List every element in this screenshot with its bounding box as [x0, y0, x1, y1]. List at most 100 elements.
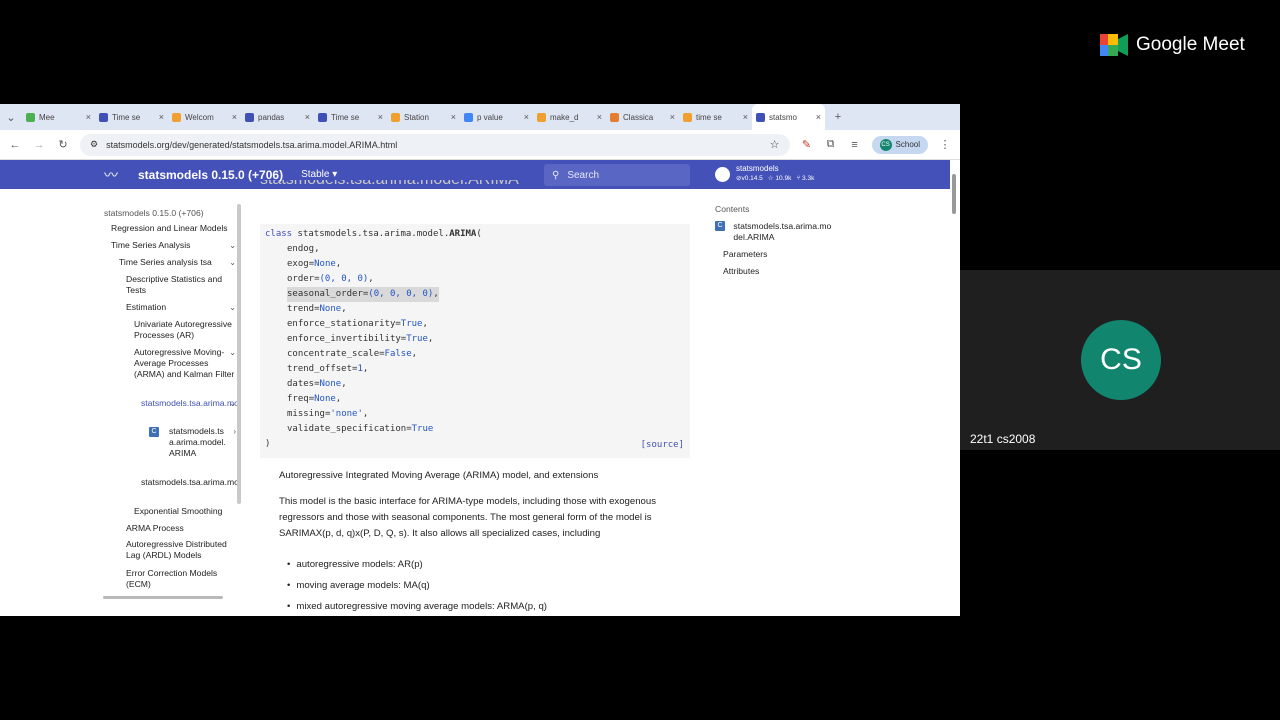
- browser-tab[interactable]: p value ×: [460, 104, 533, 130]
- toc-item-arima[interactable]: C statsmodels.tsa.arima.model.ARIMA: [715, 221, 835, 243]
- param-comma: ,: [411, 349, 418, 359]
- meet-camera-icon: [1100, 34, 1128, 56]
- chevron-right-icon[interactable]: ›: [233, 426, 236, 437]
- list-item: moving average models: MA(q): [287, 580, 429, 591]
- reload-icon[interactable]: ↻: [56, 138, 70, 151]
- sidebar-item[interactable]: Univariate Autoregressive Processes (AR): [134, 319, 236, 341]
- chevron-down-icon[interactable]: ⌄: [229, 240, 236, 251]
- pen-extension-icon[interactable]: ✎: [800, 138, 814, 151]
- sidebar-item-label: Autoregressive Distributed Lag (ARDL) Mo…: [126, 539, 227, 560]
- module-path: statsmodels.tsa.arima.model.: [297, 229, 450, 239]
- class-c-icon: C: [715, 221, 725, 231]
- sidebar-item[interactable]: Descriptive Statistics and Tests: [126, 274, 236, 296]
- param-default: None: [319, 304, 342, 314]
- tab-favicon-icon: [26, 112, 35, 122]
- signature-param: dates=None,: [287, 377, 347, 392]
- repo-stars-value: 10.9k: [775, 175, 792, 182]
- profile-button[interactable]: CS School: [871, 135, 928, 154]
- tab-close-icon[interactable]: ×: [232, 112, 237, 122]
- source-link[interactable]: [source]: [641, 440, 684, 450]
- new-tab-icon[interactable]: +: [831, 111, 845, 123]
- tab-label: Classica: [623, 112, 654, 122]
- tab-close-icon[interactable]: ×: [305, 112, 310, 122]
- media-control-icon[interactable]: ≡: [848, 139, 862, 151]
- forward-icon[interactable]: →: [32, 139, 46, 151]
- extensions-icon[interactable]: ⧉: [824, 138, 838, 151]
- sidebar-item-label: statsmodels.tsa.arima.model.ARIMA: [141, 398, 240, 408]
- tab-close-icon[interactable]: ×: [451, 112, 456, 122]
- sidebar-item-label: Regression and Linear Models: [111, 223, 228, 233]
- sidebar-item[interactable]: Error Correction Models (ECM): [126, 568, 236, 590]
- sidebar-item[interactable]: Autoregressive Moving-Average Processes …: [134, 347, 236, 380]
- browser-tab[interactable]: time se ×: [679, 104, 752, 130]
- class-c-icon: C: [149, 427, 159, 437]
- chevron-down-icon[interactable]: ⌄: [229, 257, 236, 268]
- param-text: freq=None: [287, 394, 336, 404]
- toc-item-attributes[interactable]: Attributes: [723, 266, 759, 276]
- url-input[interactable]: ⚙ statsmodels.org/dev/generated/statsmod…: [80, 133, 790, 156]
- chevron-down-icon[interactable]: ⌄: [229, 302, 236, 313]
- chevron-down-icon[interactable]: ⌄: [229, 398, 236, 409]
- search-input[interactable]: ⚲ Search: [544, 164, 690, 186]
- param-name: dates: [287, 379, 315, 389]
- sidebar-item[interactable]: Time Series analysis tsa ⌄: [119, 257, 236, 268]
- statsmodels-logo-icon[interactable]: 〰: [104, 165, 118, 185]
- browser-tab[interactable]: make_d ×: [533, 104, 606, 130]
- sidebar-scrollbar[interactable]: [237, 204, 241, 504]
- sidebar-item[interactable]: Estimation ⌄: [126, 302, 236, 313]
- param-comma: ,: [314, 244, 320, 254]
- sidebar-item[interactable]: statsmodels.tsa.arima.model.ARIMA⌄: [141, 398, 240, 409]
- param-comma: ,: [427, 334, 434, 344]
- google-meet-logo: Google Meet: [1100, 34, 1245, 56]
- tab-label: Mee: [39, 112, 55, 122]
- browser-tab[interactable]: Station ×: [387, 104, 460, 130]
- browser-tab[interactable]: Classica ×: [606, 104, 679, 130]
- sidebar-item[interactable]: Autoregressive Distributed Lag (ARDL) Mo…: [126, 539, 236, 561]
- tab-label: pandas: [258, 112, 285, 122]
- tab-close-icon[interactable]: ×: [159, 112, 164, 122]
- tab-favicon-icon: [391, 112, 400, 122]
- tab-search-icon[interactable]: ⌄: [4, 111, 18, 124]
- menu-icon[interactable]: ⋮: [938, 138, 952, 151]
- sidebar-item[interactable]: statsmodels.tsa.arima.model.ARIMA C ›: [149, 426, 236, 459]
- version-select[interactable]: Stable ▾: [301, 169, 337, 180]
- repo-forks-value: 3.3k: [802, 175, 815, 182]
- tab-favicon-icon: [245, 112, 254, 122]
- back-icon[interactable]: ←: [8, 139, 22, 151]
- browser-tab[interactable]: Time se ×: [95, 104, 168, 130]
- sidebar-item[interactable]: Exponential Smoothing: [134, 506, 236, 517]
- tab-close-icon[interactable]: ×: [597, 112, 602, 122]
- sidebar-item-label: Error Correction Models (ECM): [126, 568, 218, 589]
- sidebar-item[interactable]: ARMA Process: [126, 523, 236, 534]
- toc-item-parameters[interactable]: Parameters: [723, 249, 767, 259]
- tab-close-icon[interactable]: ×: [743, 112, 748, 122]
- search-placeholder: Search: [567, 169, 600, 181]
- browser-tab[interactable]: Mee ×: [22, 104, 95, 130]
- tab-close-icon[interactable]: ×: [86, 112, 91, 122]
- signature-param: validate_specification=True: [287, 422, 433, 437]
- param-default: 'none': [330, 409, 363, 419]
- tab-close-icon[interactable]: ×: [816, 112, 821, 122]
- sidebar-item[interactable]: statsmodels.tsa.arima.model.ARIMAResults: [141, 477, 240, 488]
- sidebar-item[interactable]: Regression and Linear Models: [111, 223, 236, 234]
- browser-tab[interactable]: statsmo ×: [752, 104, 825, 130]
- bookmark-star-icon[interactable]: ☆: [770, 138, 780, 151]
- participant-tile[interactable]: CS 22t1 cs2008: [960, 270, 1280, 450]
- github-repo-link[interactable]: statsmodels ⊘v0.14.5 ☆ 10.9k ⑂ 3.3k: [715, 164, 814, 184]
- browser-tab[interactable]: pandas ×: [241, 104, 314, 130]
- tab-close-icon[interactable]: ×: [524, 112, 529, 122]
- tab-favicon-icon: [537, 112, 546, 122]
- tab-close-icon[interactable]: ×: [670, 112, 675, 122]
- sidebar-horizontal-scrollbar[interactable]: [103, 596, 223, 599]
- page-scrollbar[interactable]: [952, 174, 956, 214]
- param-default: None: [314, 259, 336, 269]
- sidebar-item[interactable]: Time Series Analysis ⌄: [111, 240, 236, 251]
- chevron-down-icon[interactable]: ⌄: [229, 347, 236, 358]
- sidebar-item[interactable]: statsmodels 0.15.0 (+706): [104, 208, 236, 219]
- tab-close-icon[interactable]: ×: [378, 112, 383, 122]
- site-info-icon[interactable]: ⚙: [90, 139, 98, 150]
- browser-tab[interactable]: Time se ×: [314, 104, 387, 130]
- browser-tab[interactable]: Welcom ×: [168, 104, 241, 130]
- profile-avatar: CS: [879, 138, 892, 151]
- param-name: enforce_invertibility: [287, 334, 401, 344]
